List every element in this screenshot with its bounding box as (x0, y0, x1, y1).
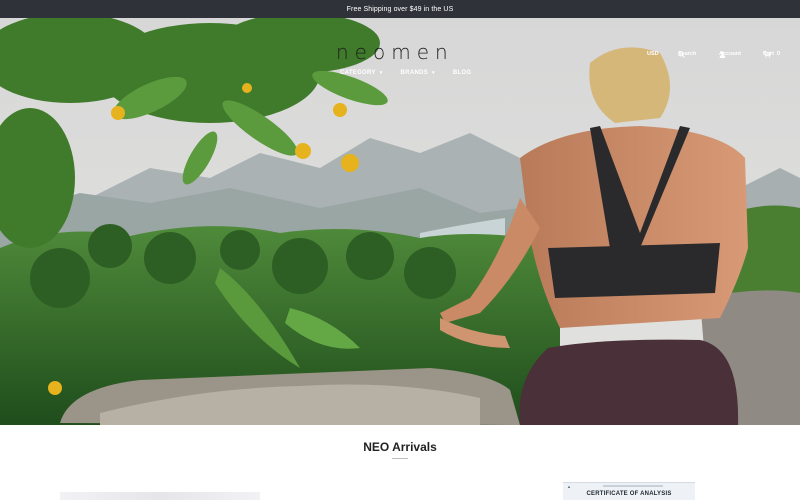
nav-item-label: BRANDS (400, 70, 429, 76)
search-button[interactable]: Search (678, 51, 696, 58)
nav-item-brands[interactable]: BRANDS ▾ (401, 70, 435, 76)
title-divider (392, 458, 408, 459)
brand-logo[interactable]: neomen (336, 40, 464, 66)
nav-item-category[interactable]: CATEGORY ▾ (340, 70, 383, 76)
certificate-title: CERTIFICATE OF ANALYSIS (586, 491, 672, 497)
hero-image (0, 18, 800, 425)
nav-item-label: BLOG (452, 70, 472, 76)
hero-banner: neomen CATEGORY ▾ BRANDS ▾ BLOG USD Sear… (0, 18, 800, 425)
search-icon (678, 51, 685, 58)
account-icon (719, 51, 726, 58)
cart-button[interactable]: Cart 0 (763, 51, 781, 58)
section-title-arrivals: NEO Arrivals (363, 440, 437, 454)
cart-count: 0 (777, 51, 781, 57)
main-navigation: CATEGORY ▾ BRANDS ▾ BLOG (340, 70, 471, 76)
nav-item-blog[interactable]: BLOG (453, 70, 472, 76)
chevron-down-icon: ▾ (432, 70, 435, 76)
certificate-logo-icon: ▲ (567, 484, 571, 489)
announcement-bar: Free Shipping over $49 in the US (0, 0, 800, 18)
nav-item-label: CATEGORY (340, 70, 376, 76)
logo-text: neomen (336, 40, 454, 64)
currency-selector[interactable]: USD (647, 51, 659, 57)
account-button[interactable]: Account (719, 51, 741, 58)
certificate-header-lines (603, 485, 663, 487)
cart-icon (763, 51, 771, 58)
chevron-down-icon: ▾ (379, 70, 383, 76)
certificate-card[interactable]: ▲ CERTIFICATE OF ANALYSIS (563, 482, 695, 500)
currency-label: USD (647, 51, 659, 57)
announcement-text: Free Shipping over $49 in the US (346, 5, 454, 13)
product-card-preview[interactable] (60, 492, 260, 500)
